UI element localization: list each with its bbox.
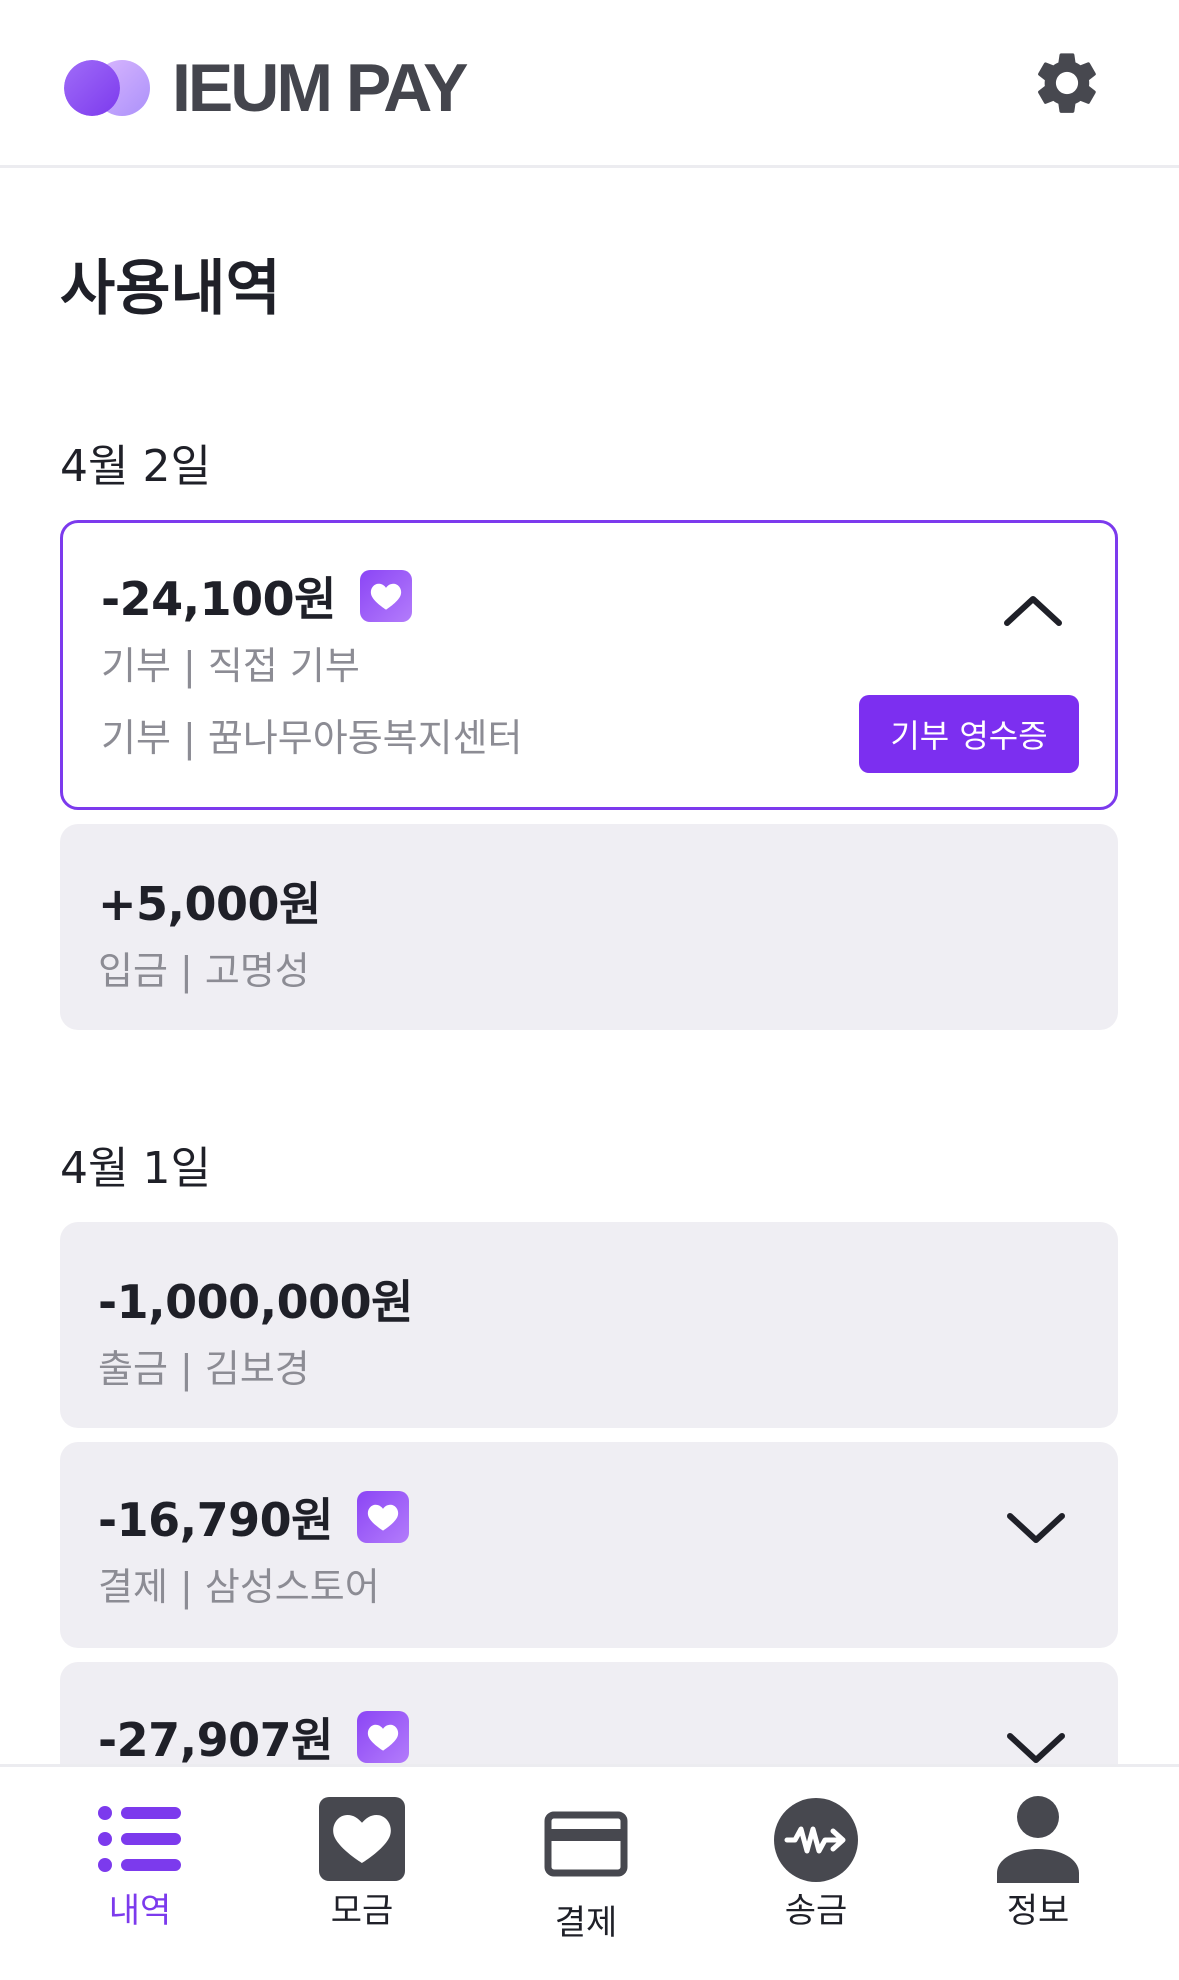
app-header: IEUM PAY	[0, 0, 1179, 168]
transaction-detail: 출금 | 김보경	[98, 1347, 310, 1391]
tab-label: 모금	[330, 1891, 394, 1931]
transaction-detail: 입금 | 고명성	[98, 949, 310, 993]
transaction-detail: 결제 | 삼성스토어	[98, 1565, 380, 1609]
bottom-tab-bar: 내역 모금 결제 송금 정보	[0, 1764, 1179, 1980]
tab-fundraising[interactable]: 모금	[262, 1767, 462, 1980]
tab-history[interactable]: 내역	[40, 1767, 240, 1980]
transaction-amount: -16,790원	[98, 1493, 333, 1547]
tab-label: 내역	[108, 1891, 172, 1931]
won-transfer-icon	[774, 1798, 858, 1882]
app-name: IEUM PAY	[172, 50, 468, 126]
chevron-down-icon[interactable]	[1004, 1728, 1068, 1768]
page-title: 사용내역	[60, 254, 281, 324]
heart-icon	[319, 1797, 405, 1881]
transaction-detail: 기부 | 직접 기부	[101, 644, 360, 688]
app-logo: IEUM PAY	[64, 50, 468, 126]
transaction-amount: +5,000원	[98, 877, 321, 931]
tab-transfer[interactable]: 송금	[716, 1767, 916, 1980]
tab-label: 결제	[554, 1903, 618, 1943]
transaction-recipient: 기부 | 꿈나무아동복지센터	[101, 716, 523, 760]
transaction-card-expanded[interactable]: -24,100원 기부 | 직접 기부 기부 | 꿈나무아동복지센터 기부 영수…	[60, 520, 1118, 810]
transaction-card[interactable]: -1,000,000원 출금 | 김보경	[60, 1222, 1118, 1428]
date-header: 4월 1일	[60, 1143, 211, 1194]
transaction-amount: -27,907원	[98, 1713, 333, 1767]
transaction-card[interactable]: +5,000원 입금 | 고명성	[60, 824, 1118, 1030]
tab-label: 송금	[784, 1891, 848, 1931]
date-header: 4월 2일	[60, 441, 211, 492]
tab-payment[interactable]: 결제	[486, 1767, 686, 1980]
person-icon	[997, 1796, 1079, 1883]
donation-heart-icon	[359, 570, 412, 622]
logo-mark-icon	[64, 58, 154, 118]
transaction-amount: -1,000,000원	[98, 1275, 413, 1329]
transaction-card[interactable]: -16,790원 결제 | 삼성스토어	[60, 1442, 1118, 1648]
chevron-up-icon[interactable]	[1001, 589, 1065, 629]
donation-heart-icon	[356, 1711, 409, 1763]
transaction-amount: -24,100원	[101, 572, 336, 626]
gear-icon[interactable]	[1030, 46, 1104, 120]
donation-receipt-button[interactable]: 기부 영수증	[859, 695, 1079, 773]
card-icon	[544, 1811, 628, 1877]
tab-label: 정보	[1006, 1891, 1070, 1931]
chevron-down-icon[interactable]	[1004, 1508, 1068, 1548]
tab-profile[interactable]: 정보	[938, 1767, 1138, 1980]
list-icon	[98, 1806, 181, 1872]
donation-heart-icon	[356, 1491, 409, 1543]
